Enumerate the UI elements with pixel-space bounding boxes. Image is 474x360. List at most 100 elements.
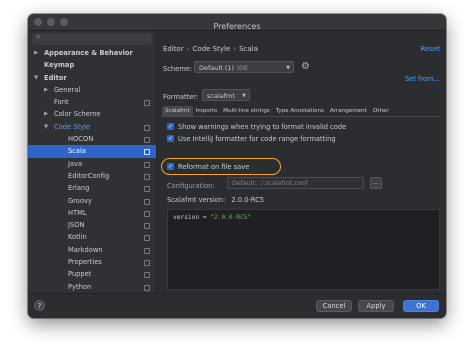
intellij-formatter-checkbox[interactable]: ✓ (167, 135, 174, 142)
preferences-window: Preferences ⌕ ▶ Appearance & Behavior Keym… (28, 14, 446, 318)
chevron-down-icon[interactable]: ▼ (34, 72, 38, 84)
configuration-label: Configuration: (167, 182, 215, 190)
project-scheme-icon (144, 223, 150, 230)
search-icon: ⌕ (36, 32, 41, 41)
sidebar-item-code-style[interactable]: ▼ Code Style (28, 121, 156, 133)
sidebar-item-json[interactable]: JSON (28, 219, 156, 231)
sidebar-item-editor[interactable]: ▼ Editor (28, 72, 156, 84)
sidebar-item-color-scheme[interactable]: ▶ Color Scheme (28, 108, 156, 120)
sidebar-item-label: EditorConfig (68, 171, 110, 180)
scheme-tag: IDE (237, 64, 249, 72)
chevron-right-icon[interactable]: ▶ (34, 47, 38, 59)
sidebar-item-label: Appearance & Behavior (44, 49, 133, 57)
tab-imports[interactable]: Imports (193, 106, 220, 116)
tab-scalafmt[interactable]: Scalafmt (162, 106, 193, 116)
sidebar-item-python[interactable]: Python (28, 281, 156, 293)
sidebar-item-label: Keymap (44, 61, 75, 70)
code-style-tabs: Scalafmt Imports Multi-line strings Type… (162, 106, 440, 117)
sidebar-item-label: Kotlin (68, 233, 87, 242)
version-value: 2.0.0-RC5 (231, 196, 265, 204)
reformat-on-save-label: Reformat on file save (178, 163, 250, 171)
sidebar-item-scala[interactable]: Scala (28, 145, 156, 158)
project-scheme-icon (144, 137, 150, 144)
sidebar-item-label: HTML (68, 208, 87, 217)
breadcrumb-editor[interactable]: Editor (163, 45, 184, 53)
gear-icon[interactable]: ⚙ (301, 61, 310, 72)
project-scheme-icon (144, 186, 150, 193)
sidebar-item-properties[interactable]: Properties (28, 256, 156, 268)
chevron-right-icon[interactable]: ▶ (44, 84, 48, 96)
set-from-link[interactable]: Set from... (405, 75, 440, 83)
show-warnings-checkbox[interactable]: ✓ (167, 123, 174, 130)
breadcrumb-scala: Scala (239, 45, 258, 53)
configuration-input[interactable]: Default: ./.scalafmt.conf (227, 177, 364, 189)
scheme-dropdown[interactable]: Default (1) IDE ▼ (194, 61, 294, 73)
sidebar-item-kotlin[interactable]: Kotlin (28, 231, 156, 243)
settings-search-input[interactable]: ⌕ (32, 32, 152, 45)
scheme-label: Scheme: (163, 65, 193, 73)
project-scheme-icon (144, 235, 150, 242)
sidebar-item-erlang[interactable]: Erlang (28, 182, 156, 194)
tab-multi-line-strings[interactable]: Multi-line strings (220, 106, 273, 116)
reset-link[interactable]: Reset (420, 45, 440, 53)
sidebar-item-html[interactable]: HTML (28, 207, 156, 219)
sidebar-item-label: Markdown (68, 245, 103, 254)
cancel-button[interactable]: Cancel (316, 300, 352, 312)
project-scheme-icon (144, 284, 150, 291)
project-scheme-icon (144, 210, 150, 217)
project-scheme-icon (144, 198, 150, 205)
sidebar-item-puppet[interactable]: Puppet (28, 268, 156, 280)
breadcrumb: Editor › Code Style › Scala (163, 45, 258, 53)
breadcrumb-separator: › (186, 45, 190, 53)
sidebar-item-editorconfig[interactable]: EditorConfig (28, 170, 156, 182)
ok-button[interactable]: OK (403, 300, 439, 312)
sidebar-item-general[interactable]: ▶ General (28, 84, 156, 96)
settings-tree: ▶ Appearance & Behavior Keymap ▼ Editor ▶ Gene… (28, 47, 156, 293)
formatter-dropdown[interactable]: scalafmt ▼ (202, 89, 250, 101)
window-controls (34, 18, 68, 26)
version-label: Scalafmt version: (167, 196, 226, 204)
sidebar-item-keymap[interactable]: Keymap (28, 59, 156, 71)
sidebar-item-label: HOCON (68, 135, 94, 144)
sidebar-item-label: Editor (44, 73, 67, 82)
project-scheme-icon (144, 100, 150, 107)
project-scheme-icon (144, 247, 150, 254)
sidebar-item-label: Scala (68, 147, 86, 156)
sidebar-item-label: Code Style (54, 122, 91, 131)
minimize-window-button[interactable] (47, 18, 55, 26)
browse-button[interactable]: ... (370, 177, 382, 189)
apply-button[interactable]: Apply (358, 300, 394, 312)
settings-panel: Editor › Code Style › Scala Reset Scheme: De… (157, 31, 446, 294)
project-scheme-icon (144, 161, 150, 168)
sidebar-item-label: Puppet (68, 270, 92, 279)
breadcrumb-code-style[interactable]: Code Style (193, 45, 231, 53)
sidebar-item-java[interactable]: Java (28, 158, 156, 170)
sidebar-item-label: General (54, 85, 81, 94)
tab-type-annotations[interactable]: Type Annotations (273, 106, 327, 116)
config-preview-editor[interactable]: version = "2.0.0-RC5" (167, 209, 440, 290)
project-scheme-icon (144, 124, 150, 131)
sidebar-item-font[interactable]: Font (28, 96, 156, 108)
help-icon[interactable]: ? (34, 300, 45, 311)
zoom-window-button[interactable] (60, 18, 68, 26)
code-string: "2.0.0-RC5" (210, 214, 252, 221)
project-scheme-icon (144, 260, 150, 267)
sidebar-item-hocon[interactable]: HOCON (28, 133, 156, 145)
chevron-down-icon[interactable]: ▼ (44, 121, 48, 133)
tab-other[interactable]: Other (370, 106, 392, 116)
project-scheme-icon (144, 272, 150, 279)
formatter-value: scalafmt (207, 92, 235, 100)
chevron-right-icon[interactable]: ▶ (44, 108, 48, 120)
sidebar-item-label: Properties (68, 258, 102, 267)
tab-arrangement[interactable]: Arrangement (327, 106, 370, 116)
scheme-value: Default (1) (199, 64, 235, 72)
sidebar-item-label: Font (54, 98, 69, 107)
close-window-button[interactable] (34, 18, 42, 26)
sidebar-item-label: Groovy (68, 196, 92, 205)
sidebar-item-markdown[interactable]: Markdown (28, 244, 156, 256)
sidebar-item-label: Erlang (68, 184, 90, 193)
sidebar-item-label: Python (68, 282, 92, 291)
sidebar-item-appearance-behavior[interactable]: ▶ Appearance & Behavior (28, 47, 156, 59)
reformat-on-save-checkbox[interactable]: ✓ (167, 163, 174, 170)
sidebar-item-groovy[interactable]: Groovy (28, 195, 156, 207)
